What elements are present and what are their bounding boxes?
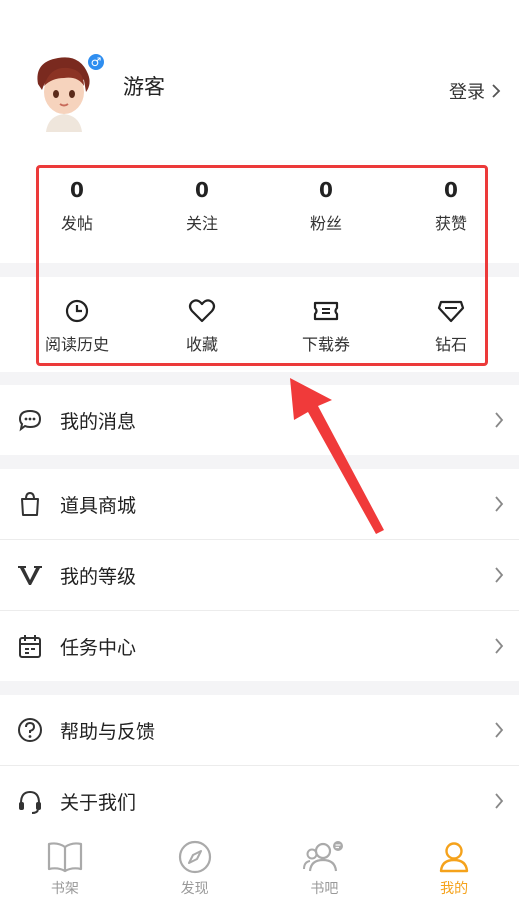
menu-label: 道具商城 xyxy=(60,494,137,517)
compass-icon xyxy=(178,840,211,874)
question-icon xyxy=(0,717,60,743)
group-icon xyxy=(303,841,344,872)
tab-label: 书架 xyxy=(50,881,79,897)
book-icon xyxy=(47,842,82,873)
bottom-tab-bar: 书架 发现 书吧 我的 xyxy=(0,832,519,901)
username: 游客 xyxy=(123,75,165,99)
menu-label: 关于我们 xyxy=(60,791,137,814)
menu-item-level[interactable]: 我的等级 xyxy=(0,540,519,610)
chevron-right-icon xyxy=(479,721,519,739)
stat-following[interactable]: 0 关注 xyxy=(162,178,242,234)
ticket-icon xyxy=(281,297,371,325)
tab-label: 书吧 xyxy=(310,881,339,897)
heart-icon xyxy=(157,297,247,325)
quick-access-panel: 阅读历史 收藏 下载券 钻石 xyxy=(0,277,519,372)
level-v-icon xyxy=(0,564,60,586)
chevron-right-icon xyxy=(479,792,519,810)
quick-label: 收藏 xyxy=(185,335,218,354)
menu-label: 我的消息 xyxy=(60,410,137,433)
menu-item-messages[interactable]: 我的消息 xyxy=(0,385,519,455)
download-ticket-button[interactable]: 下载券 xyxy=(281,297,371,355)
tab-discover[interactable]: 发现 xyxy=(130,832,260,901)
person-icon xyxy=(439,842,469,873)
chevron-right-icon xyxy=(479,637,519,655)
stat-label: 获赞 xyxy=(434,214,467,233)
login-label: 登录 xyxy=(449,82,485,103)
reading-history-button[interactable]: 阅读历史 xyxy=(32,297,122,355)
diamond-button[interactable]: 钻石 xyxy=(406,297,496,355)
shopping-bag-icon xyxy=(0,491,60,517)
stat-label: 关注 xyxy=(185,214,218,233)
menu-label: 任务中心 xyxy=(60,636,137,659)
profile-header: ♂ 游客 登录 xyxy=(0,0,519,160)
menu-item-help[interactable]: 帮助与反馈 xyxy=(0,695,519,765)
favorites-button[interactable]: 收藏 xyxy=(157,297,247,355)
diamond-icon xyxy=(406,297,496,325)
headset-icon xyxy=(0,788,60,814)
tab-mine[interactable]: 我的 xyxy=(389,832,519,901)
calendar-icon xyxy=(0,633,60,659)
chevron-right-icon xyxy=(492,84,501,98)
chevron-right-icon xyxy=(479,495,519,513)
stat-label: 发帖 xyxy=(60,214,93,233)
login-button[interactable]: 登录 xyxy=(449,78,501,104)
menu-item-about[interactable]: 关于我们 xyxy=(0,766,519,836)
stat-value: 0 xyxy=(319,178,333,202)
stat-label: 粉丝 xyxy=(309,214,342,233)
quick-label: 下载券 xyxy=(301,335,350,354)
menu-item-shop[interactable]: 道具商城 xyxy=(0,469,519,539)
stats-panel: 0 发帖 0 关注 0 粉丝 0 获赞 xyxy=(0,160,519,263)
quick-label: 阅读历史 xyxy=(44,335,109,354)
chevron-right-icon xyxy=(479,411,519,429)
chevron-right-icon xyxy=(479,566,519,584)
menu-label: 帮助与反馈 xyxy=(60,720,156,743)
quick-label: 钻石 xyxy=(434,335,467,354)
stat-value: 0 xyxy=(444,178,458,202)
menu-item-tasks[interactable]: 任务中心 xyxy=(0,611,519,681)
stat-posts[interactable]: 0 发帖 xyxy=(37,178,117,234)
tab-label: 我的 xyxy=(440,881,469,897)
stat-likes[interactable]: 0 获赞 xyxy=(411,178,491,234)
male-icon: ♂ xyxy=(86,52,106,72)
tab-bookshelf[interactable]: 书架 xyxy=(0,832,130,901)
clock-icon xyxy=(32,297,122,325)
menu-label: 我的等级 xyxy=(60,565,137,588)
stat-value: 0 xyxy=(70,178,84,202)
tab-label: 发现 xyxy=(180,881,209,897)
stat-value: 0 xyxy=(195,178,209,202)
stat-followers[interactable]: 0 粉丝 xyxy=(286,178,366,234)
tab-book-club[interactable]: 书吧 xyxy=(260,832,390,901)
message-icon xyxy=(0,408,60,432)
